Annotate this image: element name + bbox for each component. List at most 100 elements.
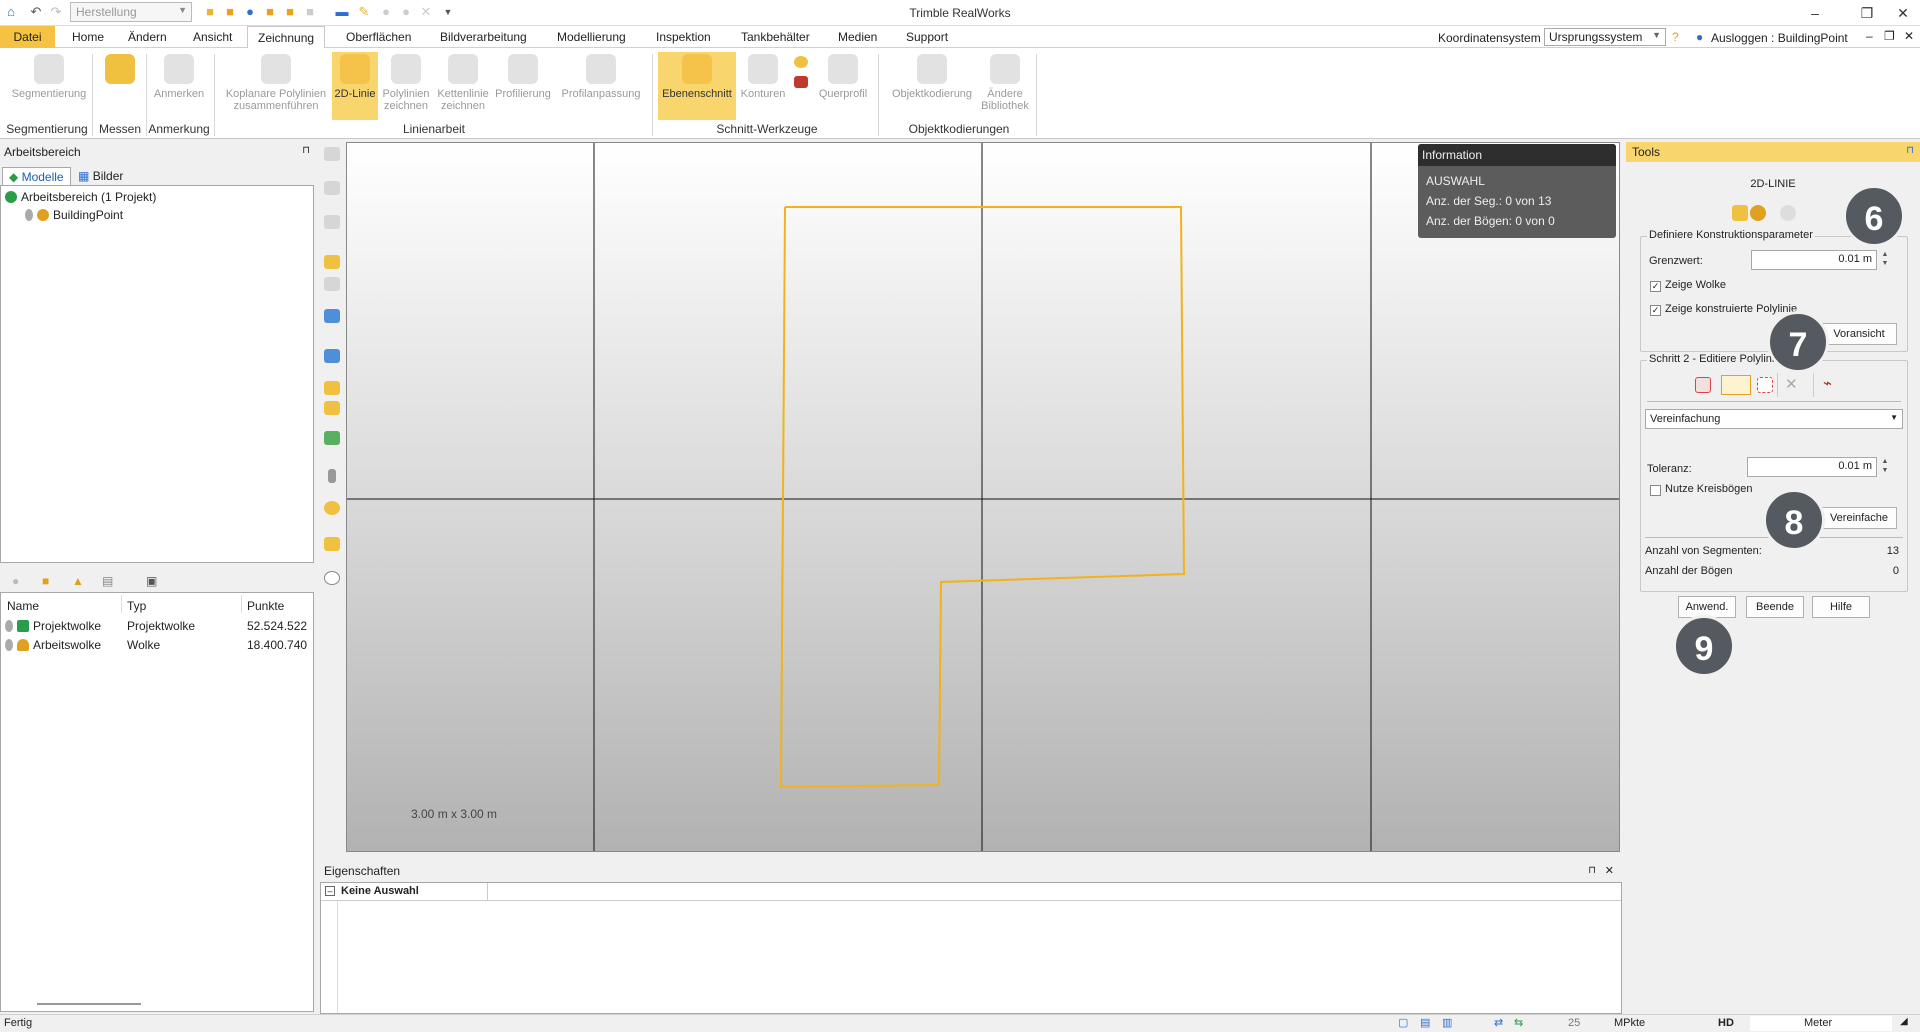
cloud-tool-icon[interactable] — [1780, 205, 1796, 221]
line2d-button[interactable]: 2D-Linie — [332, 52, 378, 120]
tab-modelle-label: Modelle — [21, 170, 64, 184]
coord-select[interactable]: Ursprungssystem ▼ — [1544, 28, 1666, 46]
list-row[interactable]: Arbeitswolke Wolke 18.400.740 — [5, 636, 307, 654]
home-view-icon[interactable] — [324, 147, 340, 161]
objektkodierung-button[interactable]: Objektkodierung — [884, 52, 980, 120]
querprofil-button[interactable]: Querprofil — [812, 52, 874, 120]
voransicht-button[interactable]: Voransicht — [1821, 323, 1897, 345]
menu-inspektion[interactable]: Inspektion — [646, 26, 721, 48]
koplanare-button[interactable]: Koplanare Polylinien zusammenführen — [222, 52, 330, 120]
ribbon-restore-icon[interactable]: ❐ — [1884, 29, 1895, 43]
vereinfache-button[interactable]: Vereinfache — [1821, 507, 1897, 529]
slice-small-icon[interactable] — [794, 56, 808, 68]
menu-bildverarbeitung[interactable]: Bildverarbeitung — [430, 26, 537, 48]
display-mode-icon[interactable] — [324, 349, 340, 363]
layout-split-v-icon[interactable]: ▥ — [1442, 1016, 1452, 1029]
circle-icon[interactable] — [324, 571, 340, 585]
help-button[interactable]: Hilfe — [1812, 596, 1870, 618]
col-name[interactable]: Name — [7, 599, 39, 613]
select-box-icon[interactable] — [1757, 377, 1773, 393]
window-icon[interactable]: ▣ — [146, 574, 157, 588]
rotate-icon[interactable] — [324, 255, 340, 269]
ebenenschnitt-button[interactable]: Ebenenschnitt — [658, 52, 736, 120]
point-size-icon[interactable] — [328, 469, 336, 483]
toleranz-stepper[interactable]: ▲ ▼ — [1879, 457, 1891, 477]
menu-aendern[interactable]: Ändern — [118, 26, 177, 48]
warning-icon[interactable] — [324, 381, 340, 395]
menu-modellierung[interactable]: Modellierung — [547, 26, 636, 48]
menu-medien[interactable]: Medien — [828, 26, 887, 48]
cube-view-icon[interactable] — [324, 309, 340, 323]
layout-split-h-icon[interactable]: ▤ — [1420, 1016, 1430, 1029]
messen-button[interactable] — [96, 52, 144, 120]
ribbon-close-icon[interactable]: ✕ — [1904, 29, 1914, 43]
slice-cursor-icon[interactable] — [794, 76, 808, 88]
up-arrow-icon[interactable]: ▲ — [72, 574, 84, 588]
help-icon[interactable]: ? — [1672, 30, 1679, 44]
kettenlinie-button[interactable]: Kettenlinie zeichnen — [434, 52, 492, 120]
tree-project[interactable]: BuildingPoint — [25, 206, 123, 224]
menu-ansicht[interactable]: Ansicht — [183, 26, 242, 48]
restore-icon[interactable]: ❐ — [1852, 3, 1882, 23]
menu-tankbehaelter[interactable]: Tankbehälter — [731, 26, 820, 48]
properties-row[interactable]: – Keine Auswahl — [321, 883, 1621, 901]
close-icon[interactable]: ✕ — [1605, 864, 1614, 877]
network-icon[interactable]: ⇆ — [1514, 1016, 1523, 1029]
delete-icon[interactable]: ✕ — [1785, 375, 1798, 393]
konturen-button[interactable]: Konturen — [738, 52, 788, 120]
tree-root[interactable]: Arbeitsbereich (1 Projekt) — [5, 188, 156, 206]
fit-icon[interactable] — [324, 277, 340, 291]
anmerken-button[interactable]: Anmerken — [150, 52, 208, 120]
sphere-icon[interactable] — [324, 501, 340, 515]
3d-viewport[interactable]: 3.00 m x 3.00 m — [346, 142, 1620, 852]
andere-bibliothek-button[interactable]: Ändere Bibliothek — [980, 52, 1030, 120]
pin-icon[interactable]: ⊓ — [1906, 145, 1914, 156]
edit-vertex-button[interactable] — [1721, 375, 1751, 395]
pin-icon[interactable]: ⊓ — [302, 145, 310, 156]
zeige-polylinie-checkbox[interactable]: ✓ — [1650, 305, 1661, 316]
menu-support[interactable]: Support — [896, 26, 958, 48]
col-typ[interactable]: Typ — [127, 599, 146, 613]
resize-grip-icon[interactable]: ◢ — [1900, 1016, 1908, 1027]
menu-home[interactable]: Home — [62, 26, 114, 48]
ribbon-minimize-icon[interactable]: – — [1866, 29, 1873, 43]
menu-oberflaechen[interactable]: Oberflächen — [336, 26, 421, 48]
image-icon[interactable] — [324, 537, 340, 551]
grenzwert-stepper[interactable]: ▲ ▼ — [1879, 250, 1891, 270]
layout-single-icon[interactable]: ▢ — [1398, 1016, 1408, 1029]
zoom-icon[interactable] — [324, 181, 340, 195]
draw-line-icon[interactable] — [1732, 205, 1748, 221]
polylinien-button[interactable]: Polylinien zeichnen — [378, 52, 434, 120]
toleranz-input[interactable]: 0.01 m — [1747, 457, 1877, 477]
mode-select[interactable]: Vereinfachung ▼ — [1645, 409, 1903, 429]
close-icon[interactable]: ✕ — [1888, 3, 1918, 23]
line2d-edit-icon[interactable] — [1695, 377, 1711, 393]
tab-bilder[interactable]: ▦ Bilder — [72, 167, 129, 185]
menu-datei[interactable]: Datei — [0, 26, 55, 48]
view-options-icon[interactable]: ▤ — [102, 574, 113, 588]
profilierung-button[interactable]: Profilierung — [494, 52, 552, 120]
color-ramp-icon[interactable] — [324, 431, 340, 445]
minimize-icon[interactable]: – — [1800, 3, 1830, 23]
finish-button[interactable]: Beende — [1746, 596, 1804, 618]
tab-modelle[interactable]: ◆ Modelle — [2, 167, 71, 185]
new-folder-icon[interactable]: ■ — [42, 574, 49, 588]
search-icon[interactable]: ● — [12, 574, 19, 588]
list-row[interactable]: Projektwolke Projektwolke 52.524.522 — [5, 617, 307, 635]
col-punkte[interactable]: Punkte — [247, 599, 284, 613]
pan-icon[interactable] — [324, 215, 340, 229]
sync-icon[interactable]: ⇄ — [1494, 1016, 1503, 1029]
profilanpassung-button[interactable]: Profilanpassung — [556, 52, 646, 120]
menu-zeichnung[interactable]: Zeichnung — [247, 26, 326, 49]
eraser-icon[interactable] — [1750, 205, 1766, 221]
logout-link[interactable]: Ausloggen : BuildingPoint — [1711, 31, 1848, 45]
clip-icon[interactable] — [324, 401, 340, 415]
zeige-wolke-checkbox[interactable]: ✓ — [1650, 281, 1661, 292]
horizontal-scrollbar[interactable] — [37, 1003, 141, 1005]
grenzwert-input[interactable]: 0.01 m — [1751, 250, 1877, 270]
pin-icon[interactable]: ⊓ — [1588, 865, 1596, 876]
polyline-check-icon[interactable]: ⌁ — [1823, 374, 1832, 392]
kreisboegen-checkbox[interactable] — [1650, 485, 1661, 496]
collapse-icon[interactable]: – — [325, 886, 335, 896]
segmentierung-button[interactable]: Segmentierung — [6, 52, 92, 120]
